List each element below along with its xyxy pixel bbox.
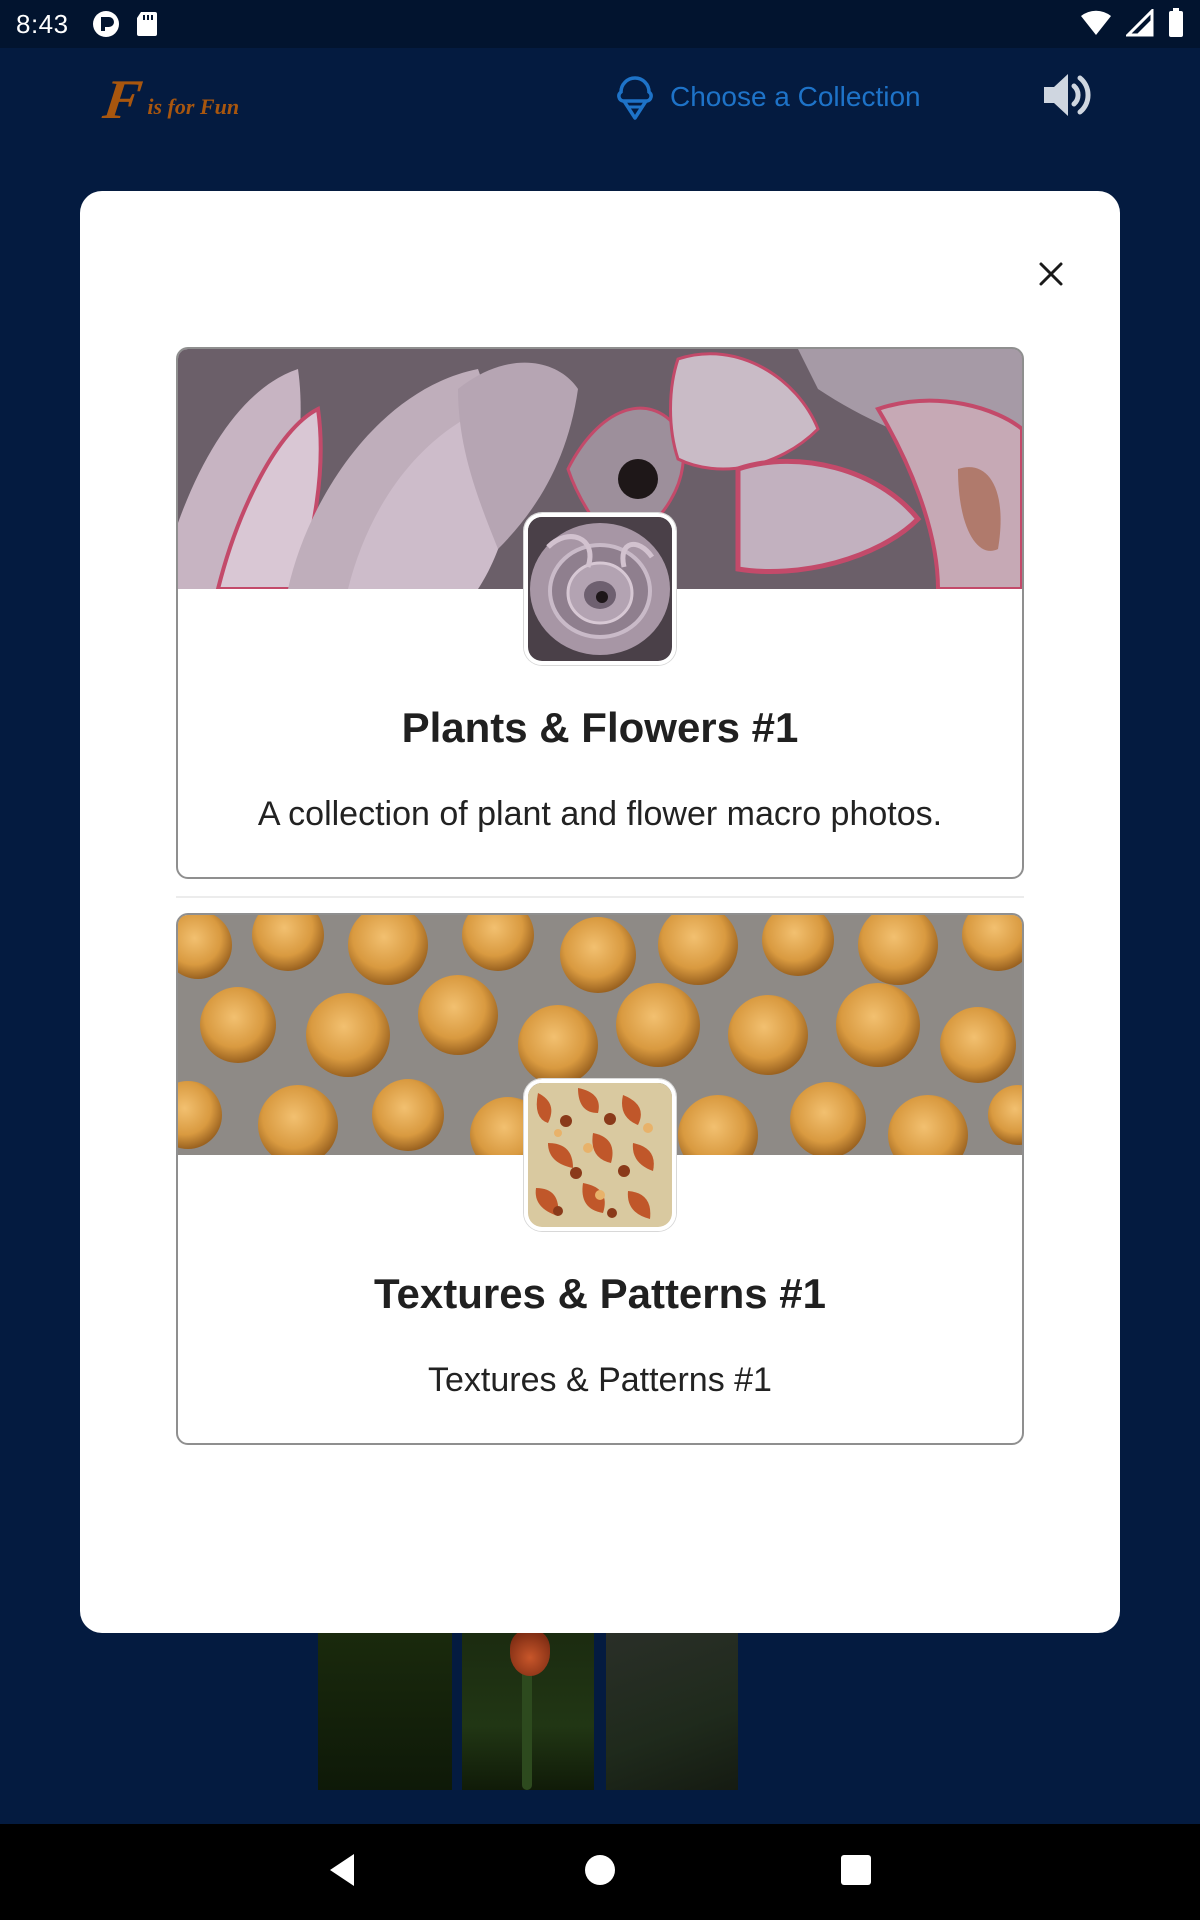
collection-title: Textures & Patterns #1 bbox=[373, 1270, 827, 1317]
sd-card-icon bbox=[136, 12, 157, 36]
battery-icon bbox=[1169, 8, 1183, 37]
gallery-thumbnail[interactable] bbox=[318, 1630, 452, 1790]
status-system-icons bbox=[1080, 8, 1184, 38]
recents-icon[interactable] bbox=[836, 1848, 876, 1892]
logo-text: is for Fun bbox=[147, 94, 240, 119]
collection-title: Plants & Flowers #1 bbox=[401, 704, 799, 751]
collection-avatar-image bbox=[524, 1079, 676, 1231]
system-navigation-bar bbox=[0, 1824, 1200, 1920]
speaker-icon[interactable] bbox=[1040, 68, 1094, 122]
choose-collection-label: Choose a Collection bbox=[670, 81, 921, 112]
home-icon[interactable] bbox=[580, 1848, 620, 1892]
choose-collection-button[interactable]: Choose a Collection bbox=[616, 74, 921, 120]
collection-description: A collection of plant and flower macro p… bbox=[257, 795, 943, 833]
collection-card-textures[interactable]: Textures & Patterns #1 Textures & Patter… bbox=[176, 913, 1024, 1445]
app-header: F is for Fun Choose a Collection bbox=[0, 48, 1200, 144]
app-logo[interactable]: F is for Fun bbox=[100, 69, 240, 131]
gallery-thumbnail[interactable] bbox=[462, 1630, 594, 1790]
collection-avatar-image bbox=[524, 513, 676, 665]
close-icon bbox=[1039, 262, 1063, 286]
status-time: 8:43 bbox=[16, 8, 69, 39]
status-app-icons bbox=[91, 9, 159, 39]
cell-signal-icon bbox=[1126, 9, 1154, 37]
wifi-icon bbox=[1081, 10, 1111, 36]
status-bar: 8:43 bbox=[0, 0, 1200, 48]
app-notification-icon bbox=[92, 11, 119, 37]
gallery-thumbnail[interactable] bbox=[606, 1630, 738, 1790]
back-icon[interactable] bbox=[322, 1848, 362, 1892]
collection-card-plants[interactable]: Plants & Flowers #1 A collection of plan… bbox=[176, 347, 1024, 879]
card-divider bbox=[176, 896, 1024, 898]
collection-description: Textures & Patterns #1 bbox=[428, 1361, 772, 1399]
ice-cream-icon bbox=[617, 76, 653, 120]
logo-letter: F bbox=[99, 69, 146, 131]
close-button[interactable] bbox=[1023, 246, 1079, 302]
